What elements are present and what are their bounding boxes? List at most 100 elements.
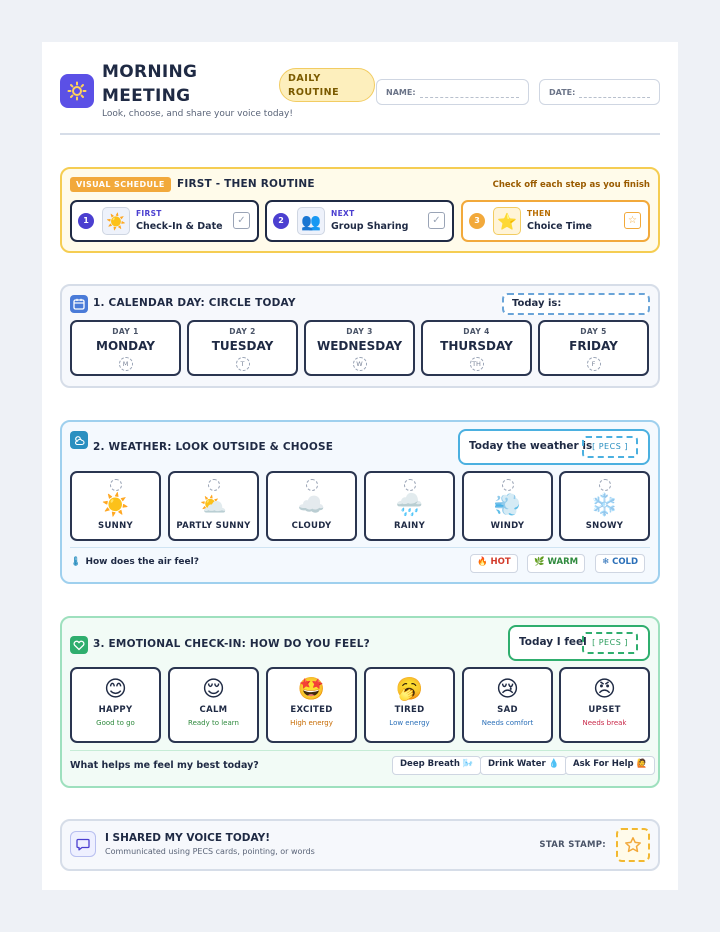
step-label: Group Sharing	[331, 221, 409, 232]
today-weather-label: Today the weather is	[469, 440, 593, 452]
schedule-step-then[interactable]: 3 ⭐ THEN Choice Time ☆	[461, 200, 650, 242]
emotion-card-excited[interactable]: 🤩 EXCITED High energy	[266, 667, 357, 743]
day-name: MONDAY	[96, 339, 155, 353]
weather-divider	[70, 547, 650, 548]
select-circle	[109, 479, 122, 491]
emotion-name: TIRED	[394, 705, 425, 715]
rainy-icon: 🌧️	[395, 493, 424, 518]
day-circle-target: F	[586, 357, 601, 371]
weather-card-sunny[interactable]: ☀️ SUNNY	[70, 471, 161, 541]
emotion-card-calm[interactable]: 😌 CALM Ready to learn	[168, 667, 259, 743]
weather-card-partly-sunny[interactable]: ⛅ PARTLY SUNNY	[168, 471, 259, 541]
day-card-tuesday[interactable]: DAY 2 TUESDAY T	[187, 320, 298, 376]
select-circle	[207, 479, 220, 491]
air-feel-question: 🌡 How does the air feel?	[70, 557, 199, 567]
weather-name: PARTLY SUNNY	[176, 521, 251, 531]
cloudy-icon: ☁️	[297, 493, 326, 518]
name-field[interactable]: NAME:	[376, 79, 529, 105]
air-feel-label: How does the air feel?	[85, 557, 199, 567]
sun-icon: ☀️	[102, 207, 130, 235]
day-card-wednesday[interactable]: DAY 3 WEDNESDAY W	[304, 320, 415, 376]
star-checkbox-icon[interactable]: ☆	[624, 212, 641, 229]
partly-sunny-icon: ⛅	[199, 493, 228, 518]
schedule-step-first[interactable]: 1 ☀️ FIRST Check-In & Date ✓	[70, 200, 259, 242]
air-cold-label: ❄ COLD	[602, 557, 639, 567]
sad-face-icon: 😢	[496, 677, 519, 702]
name-label: NAME:	[386, 88, 416, 97]
date-label: DATE:	[549, 88, 576, 97]
weather-card-snowy[interactable]: ❄️ SNOWY	[559, 471, 650, 541]
day-card-monday[interactable]: DAY 1 MONDAY M	[70, 320, 181, 376]
weather-name: RAINY	[393, 521, 426, 531]
emotion-name: UPSET	[588, 705, 621, 715]
schedule-step-next[interactable]: 2 👥 NEXT Group Sharing ✓	[265, 200, 454, 242]
select-circle	[305, 479, 318, 491]
step-label: Choice Time	[527, 221, 592, 232]
day-number: DAY 2	[229, 327, 256, 336]
calm-face-icon: 😌	[202, 677, 225, 702]
star-outline-icon	[625, 837, 641, 853]
page-subtitle: Look, choose, and share your voice today…	[102, 109, 293, 119]
step-label: Check-In & Date	[136, 221, 223, 232]
day-card-friday[interactable]: DAY 5 FRIDAY F	[538, 320, 649, 376]
day-name: WEDNESDAY	[316, 339, 403, 353]
checkbox-icon[interactable]: ✓	[233, 212, 250, 229]
emotion-hint: Low energy	[389, 719, 430, 727]
weather-card-windy[interactable]: 💨 WINDY	[462, 471, 553, 541]
emotion-title: 3. EMOTIONAL CHECK-IN: HOW DO YOU FEEL?	[93, 638, 370, 650]
emotion-card-sad[interactable]: 😢 SAD Needs comfort	[462, 667, 553, 743]
worksheet-page: MORNING MEETING Look, choose, and share …	[42, 42, 678, 890]
snowy-icon: ❄️	[590, 493, 619, 518]
star-icon: ⭐	[493, 207, 521, 235]
today-feel-label: Today I feel	[519, 636, 587, 648]
deep-breath-button[interactable]: Deep Breath 🌬️	[392, 756, 482, 775]
star-stamp-slot[interactable]	[616, 828, 650, 862]
ask-for-help-button[interactable]: Ask For Help 🙋	[565, 756, 656, 775]
schedule-hint: Check off each step as you finish	[492, 180, 650, 190]
day-circle-target: T	[235, 357, 250, 371]
date-field[interactable]: DATE:	[539, 79, 660, 105]
shared-voice-section: I SHARED MY VOICE TODAY! Communicated us…	[60, 819, 660, 871]
emotion-card-happy[interactable]: 😊 HAPPY Good to go	[70, 667, 161, 743]
weather-title: 2. WEATHER: LOOK OUTSIDE & CHOOSE	[93, 441, 334, 453]
step-kicker: THEN	[527, 209, 551, 218]
drink-water-button[interactable]: Drink Water 💧	[480, 756, 568, 775]
emotion-hint: High energy	[290, 719, 333, 727]
select-circle	[501, 479, 514, 491]
weather-pecs-slot[interactable]: [ PECS ]	[582, 436, 638, 458]
emotion-name: SAD	[497, 705, 518, 715]
air-cold-chip[interactable]: ❄ COLD	[595, 554, 646, 573]
windy-icon: 💨	[493, 493, 522, 518]
shared-voice-subtitle: Communicated using PECS cards, pointing,…	[105, 847, 315, 856]
today-feel-field[interactable]: Today I feel [ PECS ]	[508, 625, 650, 661]
weather-card-cloudy[interactable]: ☁️ CLOUDY	[266, 471, 357, 541]
emotion-hint: Needs break	[582, 719, 627, 727]
emotion-pecs-slot[interactable]: [ PECS ]	[582, 632, 638, 654]
page-title: MORNING MEETING	[102, 62, 198, 106]
visual-schedule-section: VISUAL SCHEDULE FIRST - THEN ROUTINE Che…	[60, 167, 660, 253]
daily-routine-badge: DAILY ROUTINE	[279, 68, 375, 102]
weather-card-rainy[interactable]: 🌧️ RAINY	[364, 471, 455, 541]
calendar-icon	[70, 295, 88, 313]
today-weather-field[interactable]: Today the weather is [ PECS ]	[458, 429, 650, 465]
weather-name: CLOUDY	[291, 521, 332, 531]
air-hot-chip[interactable]: 🔥 HOT	[470, 554, 518, 573]
emotion-name: HAPPY	[98, 705, 133, 715]
select-circle	[598, 479, 611, 491]
day-name: THURSDAY	[440, 339, 513, 353]
day-card-thursday[interactable]: DAY 4 THURSDAY TH	[421, 320, 532, 376]
step-number: 1	[78, 213, 94, 229]
emotion-name: EXCITED	[290, 705, 333, 715]
day-name: TUESDAY	[211, 339, 274, 353]
today-is-field[interactable]: Today is:	[502, 293, 650, 315]
checkbox-icon[interactable]: ✓	[428, 212, 445, 229]
day-number: DAY 3	[346, 327, 373, 336]
thermometer-icon: 🌡	[70, 557, 82, 567]
helps-question: What helps me feel my best today?	[70, 760, 259, 771]
emotion-card-upset[interactable]: 😠 UPSET Needs break	[559, 667, 650, 743]
schedule-title: FIRST - THEN ROUTINE	[177, 178, 315, 190]
air-hot-label: 🔥 HOT	[477, 557, 511, 567]
emotion-card-tired[interactable]: 🥱 TIRED Low energy	[364, 667, 455, 743]
day-number: DAY 1	[112, 327, 139, 336]
air-warm-chip[interactable]: 🌿 WARM	[527, 554, 586, 573]
